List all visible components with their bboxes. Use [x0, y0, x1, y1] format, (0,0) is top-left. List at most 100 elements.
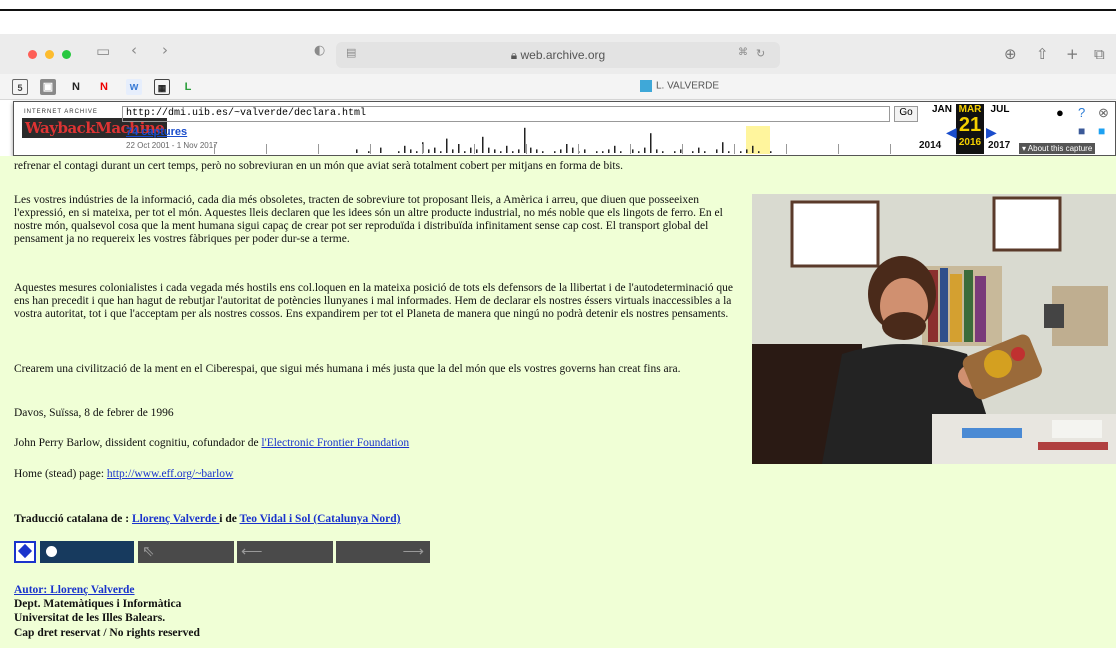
rights-notice: Cap dret reservat / No rights reserved: [14, 627, 200, 639]
author-link[interactable]: Autor: Llorenç Valverde: [14, 584, 135, 596]
prev-capture-icon[interactable]: ◀: [946, 124, 957, 141]
favicon-icon: [640, 80, 652, 92]
bookmark-netflix[interactable]: N: [96, 79, 112, 95]
bookmark-n[interactable]: N: [68, 79, 84, 95]
capture-bar: [530, 147, 532, 153]
capture-bar: [356, 149, 358, 153]
internet-archive-label: INTERNET ARCHIVE: [24, 109, 98, 115]
department: Dept. Matemàtiques i Informàtica: [14, 598, 182, 610]
translate-icon[interactable]: ⌘: [738, 47, 748, 58]
zoom-window-button[interactable]: [62, 50, 71, 59]
close-icon[interactable]: ⊗: [1098, 105, 1109, 121]
help-icon[interactable]: ?: [1078, 105, 1085, 120]
bookmark-w[interactable]: w: [126, 79, 142, 95]
twitter-icon[interactable]: ■: [1098, 124, 1105, 138]
eff-link[interactable]: l'Electronic Frontier Foundation: [261, 437, 409, 449]
bookmark-icon[interactable]: ▣: [40, 79, 56, 95]
address-bar[interactable]: ▤ 🔒︎ web.archive.org ↻ ⌘: [336, 42, 780, 68]
tab-title-text: L. VALVERDE: [656, 80, 719, 92]
new-tab-icon[interactable]: +: [1066, 45, 1079, 63]
capture-bar: [404, 145, 406, 153]
capture-bar: [566, 144, 568, 153]
browser-toolbar: ▭ ‹ › ◐ ▤ 🔒︎ web.archive.org ↻ ⌘ ⊕ ⇧ + ⧉: [0, 34, 1116, 74]
up-nav-button[interactable]: ⇖: [138, 541, 234, 563]
current-nav-button[interactable]: [40, 541, 134, 563]
prev-month[interactable]: JAN: [926, 104, 958, 115]
bookmarks-bar: 5 ▣ N N w ▦ L L. VALVERDE: [0, 74, 1116, 100]
tab-title[interactable]: L. VALVERDE: [640, 80, 719, 92]
capture-bar: [740, 151, 742, 153]
capture-bar: [500, 151, 502, 153]
capture-sparkline[interactable]: [194, 126, 924, 154]
year-tick: [734, 144, 735, 154]
capture-bar: [410, 149, 412, 153]
capture-bar: [602, 151, 604, 153]
diamond-icon: [17, 543, 33, 559]
next-year[interactable]: 2017: [988, 140, 1010, 151]
tab-overview-icon[interactable]: ⧉: [1094, 45, 1105, 63]
year-tick: [682, 144, 683, 154]
year-tick: [838, 144, 839, 154]
wayback-url-input[interactable]: http://dmi.uib.es/~valverde/declara.html: [122, 106, 890, 122]
arrow-up-left-icon: ⇖: [142, 544, 155, 560]
prev-year[interactable]: 2014: [919, 140, 941, 151]
home-link[interactable]: http://www.eff.org/~barlow: [107, 468, 233, 480]
minimize-window-button[interactable]: [45, 50, 54, 59]
translator-link-1[interactable]: Llorenç Valverde: [132, 513, 219, 525]
capture-bar: [596, 151, 598, 153]
capture-bar: [614, 145, 616, 153]
capture-bar: [728, 151, 730, 153]
capture-bar: [554, 151, 556, 153]
capture-bar: [674, 151, 676, 153]
captures-link[interactable]: 74 captures: [126, 126, 187, 138]
account-icon[interactable]: ●: [1056, 105, 1064, 120]
year-tick: [266, 144, 267, 154]
bookmark-icon[interactable]: ▦: [154, 79, 170, 95]
about-capture-button[interactable]: ▾ About this capture: [1019, 143, 1096, 154]
bookmark-icon[interactable]: 5: [12, 79, 28, 95]
next-month[interactable]: JUL: [984, 104, 1016, 115]
go-button[interactable]: Go: [894, 106, 918, 122]
facebook-icon[interactable]: ■: [1078, 124, 1085, 138]
capture-bar: [662, 151, 664, 153]
privacy-shield-icon[interactable]: ◐: [314, 43, 325, 58]
year-tick: [526, 144, 527, 154]
share-icon[interactable]: ⇧: [1036, 45, 1049, 63]
capture-bar: [476, 149, 478, 153]
lock-icon: 🔒︎: [510, 48, 518, 62]
bookmark-l[interactable]: L: [180, 79, 196, 95]
prev-nav-button[interactable]: ⟵: [237, 541, 333, 563]
capture-bar: [446, 138, 448, 153]
year-tick: [214, 144, 215, 154]
capture-bar: [650, 133, 652, 153]
capture-bar: [524, 127, 526, 153]
capture-bar: [488, 147, 490, 153]
capture-bar: [368, 151, 370, 153]
year-tick: [422, 144, 423, 154]
page-content: refrenar el contagi durant un cert temps…: [0, 156, 1116, 648]
capture-bar: [470, 147, 472, 153]
sidebar-icon[interactable]: ▭: [96, 42, 110, 60]
back-icon[interactable]: ‹: [131, 41, 137, 59]
next-nav-button[interactable]: ⟶: [336, 541, 430, 563]
year-tick: [630, 144, 631, 154]
translator-link-2[interactable]: Teo Vidal i Sol (Catalunya Nord): [240, 513, 401, 525]
capture-bar: [536, 149, 538, 153]
capture-bar: [518, 149, 520, 153]
close-window-button[interactable]: [28, 50, 37, 59]
capture-bar: [698, 147, 700, 153]
home-nav-button[interactable]: [14, 541, 36, 563]
capture-highlight: [746, 126, 770, 154]
capture-bar: [620, 151, 622, 153]
signature-text: John Perry Barlow, dissident cognitiu, c…: [14, 437, 262, 449]
wayback-toolbar: INTERNET ARCHIVE WaybackMachine http://d…: [13, 101, 1116, 156]
capture-bar: [428, 149, 430, 153]
capture-bar: [494, 149, 496, 153]
forward-icon[interactable]: ›: [162, 41, 168, 59]
capture-bar: [506, 145, 508, 153]
capture-bar: [722, 142, 724, 153]
download-icon[interactable]: ⊕: [1004, 45, 1017, 63]
dot-icon: [46, 546, 57, 557]
next-capture-icon[interactable]: ▶: [986, 124, 997, 141]
reload-icon[interactable]: ↻: [756, 47, 765, 60]
